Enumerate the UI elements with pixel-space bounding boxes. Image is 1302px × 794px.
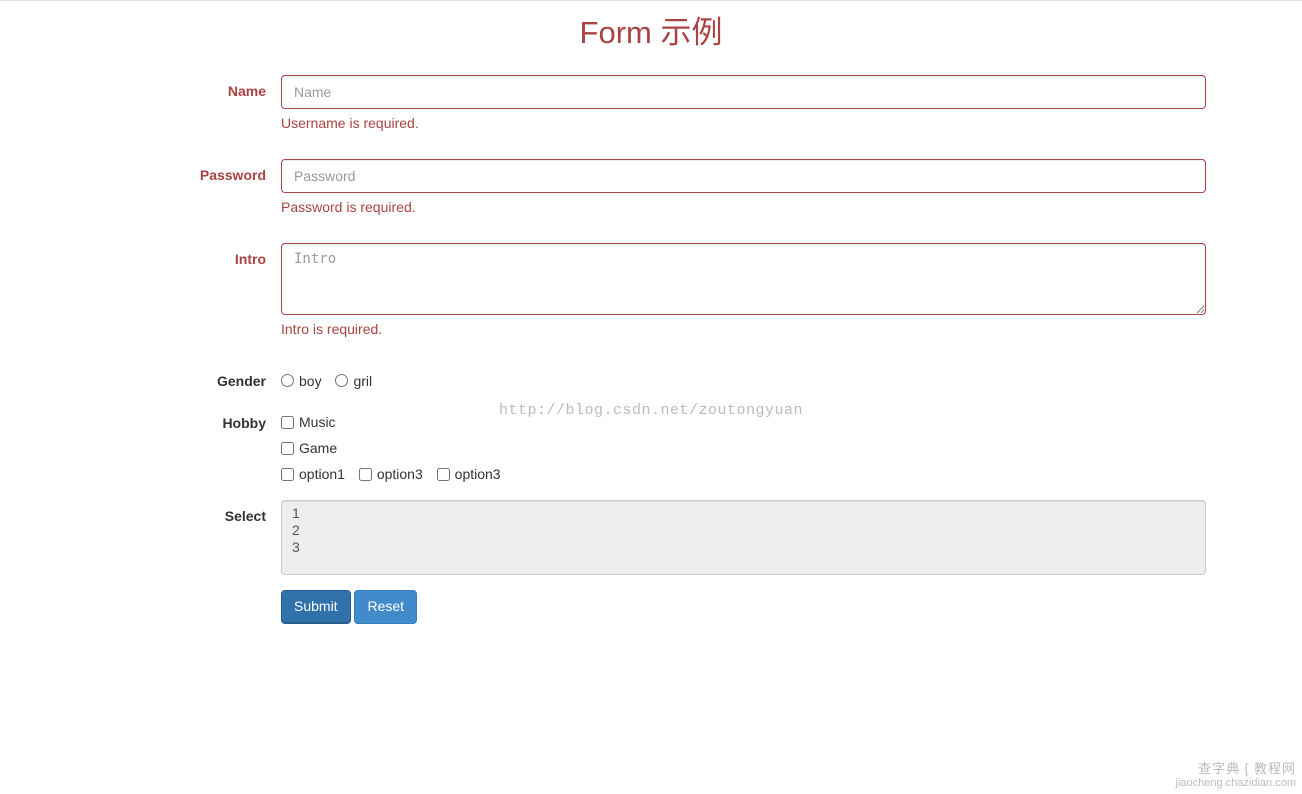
hobby-checkbox-option3b[interactable]: [437, 468, 450, 481]
intro-label: Intro: [96, 243, 281, 270]
form-group-name: Name Username is required.: [96, 75, 1206, 144]
form-group-intro: Intro Intro is required.: [96, 243, 1206, 350]
hobby-label: Hobby: [96, 407, 281, 434]
name-label: Name: [96, 75, 281, 102]
hobby-option-game[interactable]: Game: [281, 439, 1206, 459]
hobby-checkbox-game[interactable]: [281, 442, 294, 455]
intro-error: Intro is required.: [281, 320, 1206, 340]
select-option-1[interactable]: 1: [290, 505, 1197, 522]
page-title: Form 示例: [96, 11, 1206, 55]
form-group-hobby: Hobby Music Game option1 option3 opti: [96, 407, 1206, 485]
select-input[interactable]: 1 2 3: [281, 500, 1206, 575]
hobby-checkbox-option3a[interactable]: [359, 468, 372, 481]
page-header: Form 示例: [96, 11, 1206, 55]
form-buttons: Submit Reset: [96, 590, 1206, 624]
demo-form: Name Username is required. Password Pass…: [96, 75, 1206, 624]
select-option-3[interactable]: 3: [290, 539, 1197, 556]
gender-radio-boy[interactable]: [281, 374, 294, 387]
gender-option-boy[interactable]: boy: [281, 372, 322, 392]
name-error: Username is required.: [281, 114, 1206, 134]
select-label: Select: [96, 500, 281, 527]
hobby-option-1[interactable]: option1: [281, 465, 345, 485]
select-option-2[interactable]: 2: [290, 522, 1197, 539]
hobby-checkbox-music[interactable]: [281, 416, 294, 429]
hobby-option-3[interactable]: option3: [437, 465, 501, 485]
intro-textarea[interactable]: [281, 243, 1206, 315]
gender-radio-gril[interactable]: [335, 374, 348, 387]
password-input[interactable]: [281, 159, 1206, 193]
watermark-corner: 查字典 [ 教程网 jiaocheng.chazidian.com: [1176, 761, 1296, 790]
hobby-option-2[interactable]: option3: [359, 465, 423, 485]
gender-option-gril[interactable]: gril: [335, 372, 372, 392]
password-label: Password: [96, 159, 281, 186]
gender-label: Gender: [96, 365, 281, 392]
reset-button[interactable]: Reset: [354, 590, 417, 624]
name-input[interactable]: [281, 75, 1206, 109]
password-error: Password is required.: [281, 198, 1206, 218]
form-group-select: Select 1 2 3: [96, 500, 1206, 575]
form-group-password: Password Password is required.: [96, 159, 1206, 228]
hobby-checkbox-option1[interactable]: [281, 468, 294, 481]
hobby-option-music[interactable]: Music: [281, 413, 1206, 433]
form-group-gender: Gender boy gril: [96, 365, 1206, 392]
submit-button[interactable]: Submit: [281, 590, 351, 624]
